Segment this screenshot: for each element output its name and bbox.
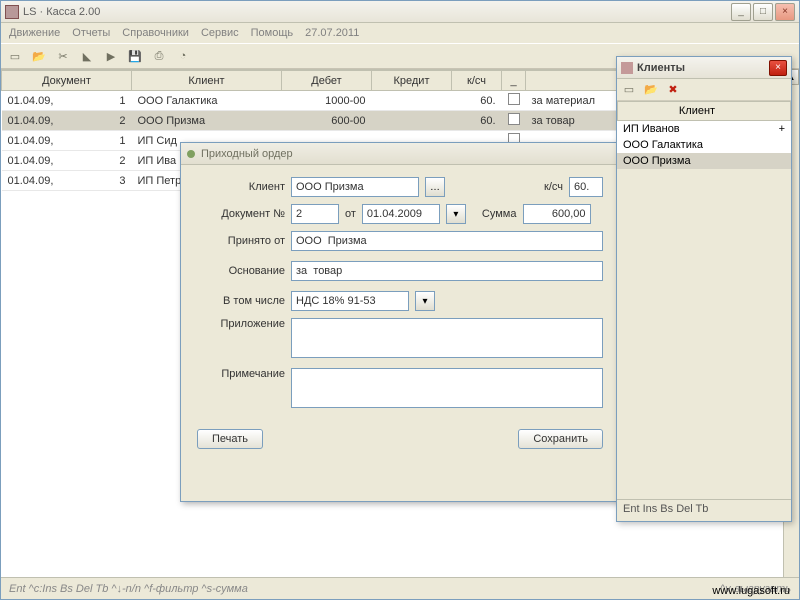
- clients-titlebar[interactable]: Клиенты ×: [617, 57, 791, 79]
- label-client: Клиент: [197, 181, 285, 193]
- close-button[interactable]: ×: [775, 3, 795, 21]
- menu-reports[interactable]: Отчеты: [72, 27, 110, 39]
- label-acct: к/сч: [544, 181, 563, 193]
- tag-icon[interactable]: ◣: [79, 48, 95, 64]
- menu-service[interactable]: Сервис: [201, 27, 239, 39]
- label-note: Примечание: [197, 368, 285, 380]
- label-sum: Сумма: [482, 208, 517, 220]
- menu-help[interactable]: Помощь: [251, 27, 294, 39]
- website-link[interactable]: www.lugasoft.ru: [712, 585, 790, 597]
- label-attach: Приложение: [197, 318, 285, 330]
- col-debit[interactable]: Дебет: [282, 71, 372, 91]
- clients-list[interactable]: ИП Иванов+ООО ГалактикаООО Призма: [617, 121, 791, 169]
- menubar: Движение Отчеты Справочники Сервис Помощ…: [1, 23, 799, 43]
- menu-motion[interactable]: Движение: [9, 27, 60, 39]
- note-input[interactable]: [291, 368, 603, 408]
- minimize-button[interactable]: _: [731, 3, 751, 21]
- col-flag[interactable]: _: [502, 71, 526, 91]
- save-button[interactable]: Сохранить: [518, 429, 603, 449]
- order-dialog-title[interactable]: Приходный ордер: [181, 143, 619, 165]
- label-docnum: Документ №: [197, 208, 285, 220]
- app-icon: [5, 5, 19, 19]
- save-icon[interactable]: 💾: [127, 48, 143, 64]
- clients-title-text: Клиенты: [637, 62, 769, 74]
- new-icon[interactable]: ▭: [7, 48, 23, 64]
- clients-icon: [621, 62, 633, 74]
- attach-input[interactable]: [291, 318, 603, 358]
- print-button[interactable]: Печать: [197, 429, 263, 449]
- list-item[interactable]: ООО Призма: [617, 153, 791, 169]
- clients-toolbar: ▭ 📂 ✖: [617, 79, 791, 101]
- col-doc[interactable]: Документ: [2, 71, 132, 91]
- print-icon[interactable]: ⎙: [151, 48, 167, 64]
- window-title: LS · Касса 2.00: [23, 6, 731, 18]
- received-input[interactable]: [291, 231, 603, 251]
- checkbox-icon[interactable]: [508, 93, 520, 105]
- label-incl: В том числе: [197, 295, 285, 307]
- list-item[interactable]: ООО Галактика: [617, 137, 791, 153]
- label-from: от: [345, 208, 356, 220]
- clients-open-icon[interactable]: 📂: [643, 82, 659, 98]
- col-client[interactable]: Клиент: [132, 71, 282, 91]
- basis-input[interactable]: [291, 261, 603, 281]
- sum-input[interactable]: [523, 204, 591, 224]
- col-credit[interactable]: Кредит: [372, 71, 452, 91]
- clients-panel: Клиенты × ▭ 📂 ✖ Клиент ИП Иванов+ООО Гал…: [616, 56, 792, 522]
- clients-close-button[interactable]: ×: [769, 60, 787, 76]
- order-dialog: Приходный ордер Клиент … к/сч Документ №…: [180, 142, 620, 502]
- clients-body: Клиент ИП Иванов+ООО ГалактикаООО Призма: [617, 101, 791, 169]
- maximize-button[interactable]: □: [753, 3, 773, 21]
- col-acct[interactable]: к/сч: [452, 71, 502, 91]
- menu-refs[interactable]: Справочники: [122, 27, 189, 39]
- status-left: Ent ^c:Ins Bs Del Tb ^↓-n/n ^f-фильтр ^s…: [9, 583, 248, 595]
- list-item[interactable]: ИП Иванов+: [617, 121, 791, 137]
- label-basis: Основание: [197, 265, 285, 277]
- incl-input[interactable]: [291, 291, 409, 311]
- titlebar: LS · Касса 2.00 _ □ ×: [1, 1, 799, 23]
- clients-delete-icon[interactable]: ✖: [665, 82, 681, 98]
- forward-icon[interactable]: ▶: [103, 48, 119, 64]
- incl-dropdown-button[interactable]: ▾: [415, 291, 435, 311]
- chart-icon[interactable]: ◔: [175, 48, 191, 64]
- checkbox-icon[interactable]: [508, 113, 520, 125]
- open-icon[interactable]: 📂: [31, 48, 47, 64]
- label-received: Принято от: [197, 235, 285, 247]
- order-title-text: Приходный ордер: [201, 148, 293, 160]
- date-input[interactable]: [362, 204, 440, 224]
- docnum-input[interactable]: [291, 204, 339, 224]
- menu-date: 27.07.2011: [305, 27, 359, 39]
- statusbar: Ent ^c:Ins Bs Del Tb ^↓-n/n ^f-фильтр ^s…: [1, 577, 799, 599]
- clients-header-label: Клиент: [626, 105, 768, 117]
- acct-input[interactable]: [569, 177, 603, 197]
- dialog-icon: [187, 150, 195, 158]
- client-lookup-button[interactable]: …: [425, 177, 445, 197]
- date-picker-button[interactable]: ▾: [446, 204, 466, 224]
- cut-icon[interactable]: ✂: [55, 48, 71, 64]
- clients-col-header[interactable]: Клиент: [617, 101, 791, 121]
- clients-new-icon[interactable]: ▭: [621, 82, 637, 98]
- client-input[interactable]: [291, 177, 419, 197]
- clients-footer: Ent Ins Bs Del Tb: [617, 499, 791, 521]
